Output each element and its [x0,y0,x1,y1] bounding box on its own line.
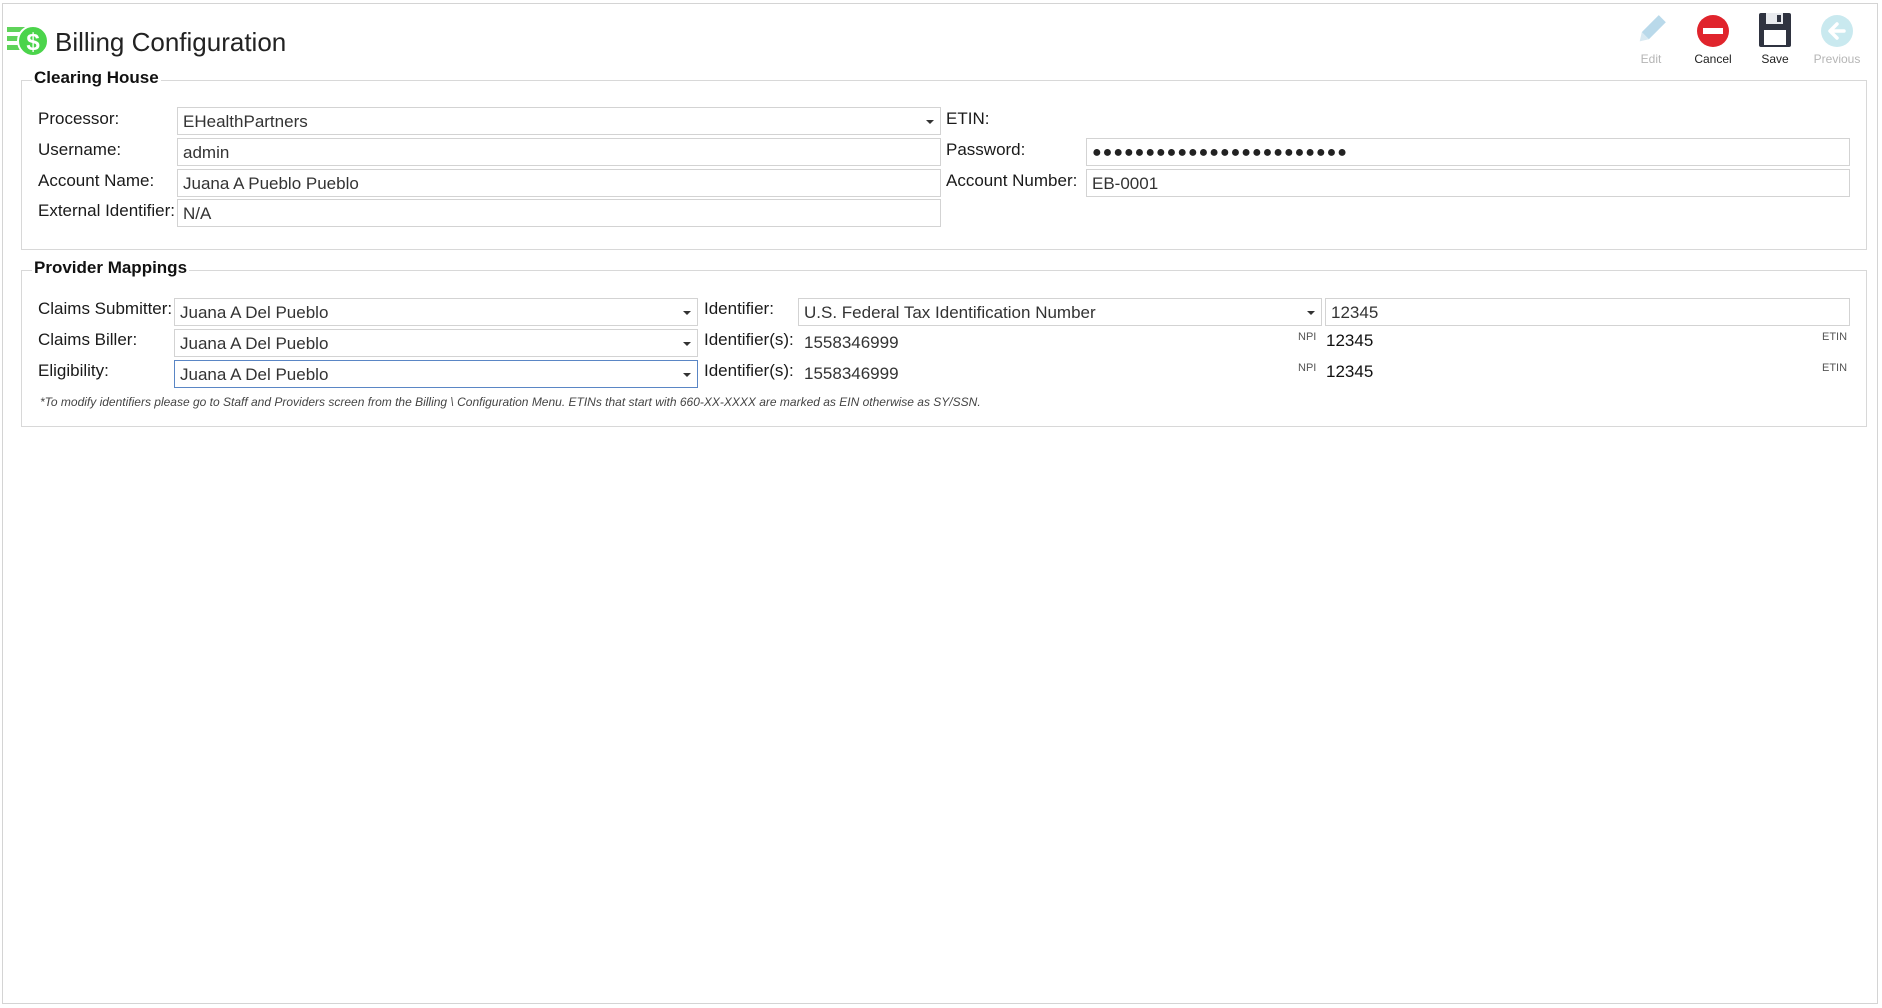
edit-button[interactable]: Edit [1621,8,1681,66]
eligibility-select[interactable]: Juana A Del Pueblo [174,360,698,388]
biller-npi-tag: NPI [1298,331,1317,343]
billing-configuration-window: $ Billing Configuration Edit Cancel Save… [2,3,1878,1004]
header: $ Billing Configuration [7,18,286,66]
external-identifier-field[interactable]: N/A [177,199,941,227]
account-number-field[interactable]: EB-0001 [1086,169,1850,197]
back-arrow-icon [1807,8,1867,48]
biller-etin-tag: ETIN [1822,331,1848,343]
floppy-disk-icon [1745,8,1805,48]
toolbar: Edit Cancel Save Previous [1619,8,1867,66]
cancel-label: Cancel [1694,52,1732,66]
claims-submitter-select[interactable]: Juana A Del Pueblo [174,298,698,326]
username-field[interactable]: admin [177,138,941,166]
eligibility-label: Eligibility: [38,361,109,380]
account-number-label: Account Number: [946,171,1078,190]
processor-select[interactable]: EHealthPartners [177,107,941,135]
clearing-house-title: Clearing House [32,68,161,88]
eligibility-identifiers-label: Identifier(s): [704,361,794,380]
eligibility-etin-tag: ETIN [1822,362,1848,374]
claims-biller-select[interactable]: Juana A Del Pueblo [174,329,698,357]
pencil-icon [1621,8,1681,48]
processor-label: Processor: [38,109,120,128]
save-button[interactable]: Save [1745,8,1805,66]
cancel-button[interactable]: Cancel [1683,8,1743,66]
no-entry-icon [1683,8,1743,48]
previous-label: Previous [1813,52,1861,66]
provider-mappings-group: Provider Mappings Claims Submitter: Juan… [21,258,1867,427]
provider-mappings-title: Provider Mappings [32,258,190,278]
claims-biller-label: Claims Biller: [38,330,138,349]
save-label: Save [1761,52,1789,66]
clearing-house-group: Clearing House Processor: EHealthPartner… [21,68,1867,250]
claims-submitter-label: Claims Submitter: [38,299,173,318]
previous-button[interactable]: Previous [1807,8,1867,66]
account-name-label: Account Name: [38,171,155,190]
page-title: Billing Configuration [55,26,287,57]
biller-identifiers-label: Identifier(s): [704,330,794,349]
password-field[interactable]: ●●●●●●●●●●●●●●●●●●●●●●●● [1086,138,1850,166]
identifiers-footnote: *To modify identifiers please go to Staf… [40,395,981,409]
etin-label: ETIN: [946,109,990,128]
eligibility-etin-value: 12345 [1326,362,1374,381]
identifier-type-select[interactable]: U.S. Federal Tax Identification Number [798,298,1322,326]
password-label: Password: [946,140,1026,159]
external-identifier-label: External Identifier: [38,201,176,220]
identifier-label: Identifier: [704,299,774,318]
billing-icon: $ [7,21,49,63]
biller-npi-value: 1558346999 [804,333,899,352]
eligibility-npi-value: 1558346999 [804,364,899,383]
identifier-value-field[interactable]: 12345 [1325,298,1850,326]
edit-label: Edit [1640,52,1662,66]
username-label: Username: [38,140,122,159]
biller-etin-value: 12345 [1326,331,1374,350]
account-name-field[interactable]: Juana A Pueblo Pueblo [177,169,941,197]
eligibility-npi-tag: NPI [1298,362,1317,374]
